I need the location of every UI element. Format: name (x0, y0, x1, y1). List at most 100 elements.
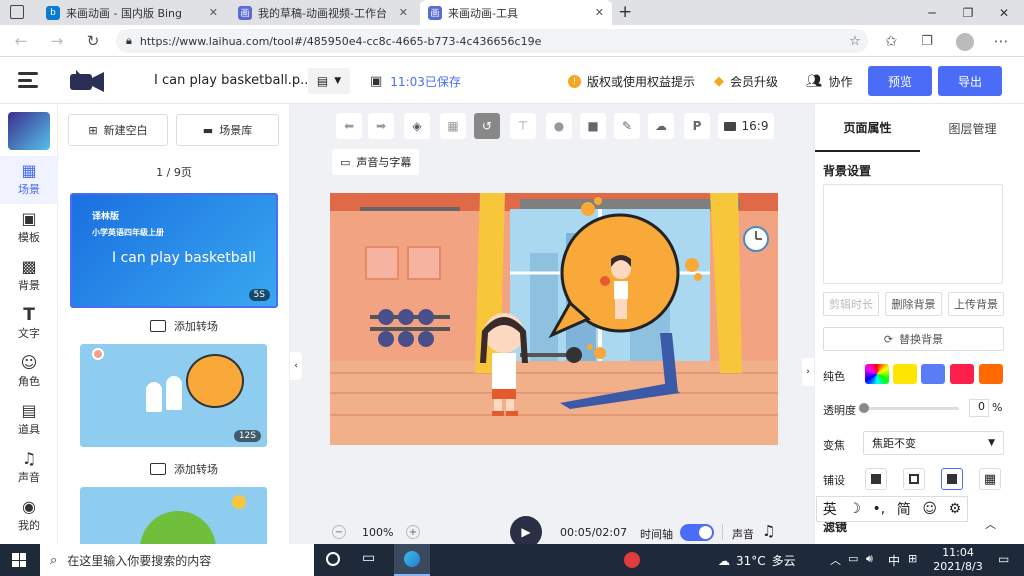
pen-icon[interactable]: ✎ (614, 113, 640, 139)
ime-toolbar[interactable]: 英 ☽ •, 简 ☺ ⚙ (816, 496, 968, 522)
clock[interactable]: 11:04 2021/8/3 (926, 546, 990, 574)
color-swatch-blue[interactable] (921, 364, 945, 384)
rail-item-mine[interactable]: ◉ 我的 (0, 492, 58, 540)
layout-center-icon[interactable] (941, 468, 963, 490)
url-field[interactable]: 🔒︎ https://www.laihua.com/tool#/485950e4… (116, 29, 868, 53)
tab-layer-management[interactable]: 图层管理 (920, 104, 1024, 152)
refresh-icon[interactable]: ↻ (82, 31, 104, 51)
network-icon[interactable]: ▭ (848, 552, 858, 565)
music-note-icon[interactable]: ♫ (762, 522, 775, 540)
rail-item-background[interactable]: ▩ 背景 (0, 252, 58, 300)
tab-actions-icon[interactable] (10, 5, 24, 19)
back-icon[interactable]: ← (10, 31, 32, 51)
path-icon[interactable]: ↺ (474, 113, 500, 139)
scene-thumbnail-1[interactable]: 译林版 小学英语四年级上册 I can play basketball 5S (70, 193, 278, 308)
gear-icon[interactable]: ⚙ (949, 501, 962, 517)
copyright-link[interactable]: ! 版权或使用权益提示 (568, 73, 695, 90)
app-taskbar-icon[interactable] (624, 552, 640, 568)
rail-item-music[interactable]: ♫ 声音 (0, 444, 58, 492)
scene-thumbnail-2[interactable]: 12S (80, 344, 267, 447)
taskbar-search[interactable]: ⌕ 在这里输入你要搜索的内容 (40, 544, 314, 576)
camera-icon[interactable]: ■ (580, 113, 606, 139)
volume-icon[interactable]: 🔊︎ (866, 552, 873, 566)
zoom-in-icon[interactable]: + (406, 525, 420, 539)
collapse-right-icon[interactable]: › (802, 358, 814, 386)
windows-start-icon[interactable] (12, 553, 26, 567)
undo-icon[interactable]: ⬅ (336, 113, 362, 139)
close-tab-icon[interactable]: ✕ (399, 6, 408, 19)
restore-icon[interactable]: ❐ (950, 0, 986, 25)
cortana-icon[interactable] (326, 552, 340, 566)
stage-canvas[interactable] (330, 193, 778, 445)
cloud-upload-icon[interactable]: ☁ (648, 113, 674, 139)
sound-subtitle-button[interactable]: ▭ 声音与字幕 (332, 149, 420, 175)
opacity-input[interactable]: 0 (969, 399, 989, 417)
emoji-icon[interactable]: ☺ (922, 501, 937, 517)
aspect-ratio-button[interactable]: 16:9 (718, 113, 774, 139)
cut-duration-button[interactable]: 剪辑时长 (823, 292, 879, 316)
close-window-icon[interactable]: ✕ (986, 0, 1022, 25)
punctuation-icon[interactable]: •, (873, 501, 886, 517)
rail-item-prop[interactable]: ▤ 道具 (0, 396, 58, 444)
user-thumbnail[interactable] (8, 112, 50, 150)
ime-mode-icon[interactable]: ⊞ (908, 552, 917, 565)
add-favorite-icon[interactable]: ☆ (844, 31, 866, 51)
rail-item-scene[interactable]: ▦ 场景 (0, 156, 58, 204)
new-tab-icon[interactable]: + (618, 2, 632, 22)
ime-simplified[interactable]: 简 (897, 499, 911, 519)
new-blank-button[interactable]: ⊞ 新建空白 (68, 114, 168, 146)
favorites-icon[interactable]: ✩ (880, 31, 902, 51)
color-swatch-orange[interactable] (979, 364, 1003, 384)
file-menu-button[interactable]: ▤ ▼ (308, 68, 350, 94)
rail-item-text[interactable]: T 文字 (0, 300, 58, 348)
tray-chevron-icon[interactable]: ︿ (830, 552, 841, 568)
redo-icon[interactable]: ➡ (368, 113, 394, 139)
ime-lang[interactable]: 英 (823, 499, 837, 519)
close-tab-icon[interactable]: ✕ (595, 6, 604, 19)
project-title[interactable]: I can play basketball.p... (154, 73, 312, 88)
tab-tool[interactable]: 画 来画动画-工具 ✕ (420, 0, 612, 25)
color-swatch-red[interactable] (950, 364, 974, 384)
rail-item-template[interactable]: ▣ 模板 (0, 204, 58, 252)
color-picker-swatch[interactable] (865, 364, 889, 384)
zoom-out-icon[interactable]: − (332, 525, 346, 539)
upload-bg-button[interactable]: 上传背景 (948, 292, 1004, 316)
zoom-select[interactable]: 焦距不变 ▼ (863, 431, 1004, 455)
task-view-icon[interactable]: ▭ (362, 550, 375, 566)
moon-icon[interactable]: ☽ (848, 501, 861, 517)
layout-tile-icon[interactable]: ▦ (979, 468, 1001, 490)
brush-icon[interactable]: ⊤ (510, 113, 536, 139)
layout-fill-icon[interactable] (865, 468, 887, 490)
minimize-icon[interactable]: ─ (914, 0, 950, 25)
grid-icon[interactable]: ▦ (440, 113, 466, 139)
layout-fit-icon[interactable] (903, 468, 925, 490)
weather-widget[interactable]: ☁ 31°C 多云 (718, 552, 796, 569)
chevron-up-icon[interactable]: ︿ (985, 516, 996, 532)
scene-library-button[interactable]: ▬ 场景库 (176, 114, 279, 146)
replace-bg-button[interactable]: ⟳ 替换背景 (823, 327, 1004, 351)
rail-item-character[interactable]: ☺ 角色 (0, 348, 58, 396)
tab-drafts[interactable]: 画 我的草稿-动画视频-工作台 ✕ (230, 0, 416, 25)
more-icon[interactable]: ⋯ (990, 31, 1012, 51)
menu-icon[interactable] (18, 72, 38, 88)
bg-preview[interactable] (823, 184, 1003, 284)
notification-icon[interactable]: ▭ (998, 552, 1009, 566)
add-transition-button[interactable]: 添加转场 (150, 318, 218, 334)
preview-button[interactable]: 预览 (868, 66, 932, 96)
add-transition-button[interactable]: 添加转场 (150, 461, 218, 477)
color-swatch-yellow[interactable] (893, 364, 917, 384)
forward-icon[interactable]: → (46, 31, 68, 51)
edge-taskbar-icon[interactable] (394, 544, 430, 576)
parking-icon[interactable]: P (684, 113, 710, 139)
export-button[interactable]: 导出 (938, 66, 1002, 96)
profile-avatar[interactable] (956, 33, 974, 51)
close-tab-icon[interactable]: ✕ (209, 6, 218, 19)
timeline-toggle[interactable] (680, 524, 714, 541)
collections-icon[interactable]: ❐ (916, 31, 938, 51)
collab-button[interactable]: 👥︎ 协作 (806, 73, 853, 90)
delete-bg-button[interactable]: 删除背景 (885, 292, 942, 316)
ime-indicator[interactable]: 中 (888, 552, 900, 569)
opacity-slider[interactable] (859, 403, 959, 413)
microphone-icon[interactable]: ● (546, 113, 572, 139)
tab-bing[interactable]: b 来画动画 - 国内版 Bing ✕ (38, 0, 226, 25)
